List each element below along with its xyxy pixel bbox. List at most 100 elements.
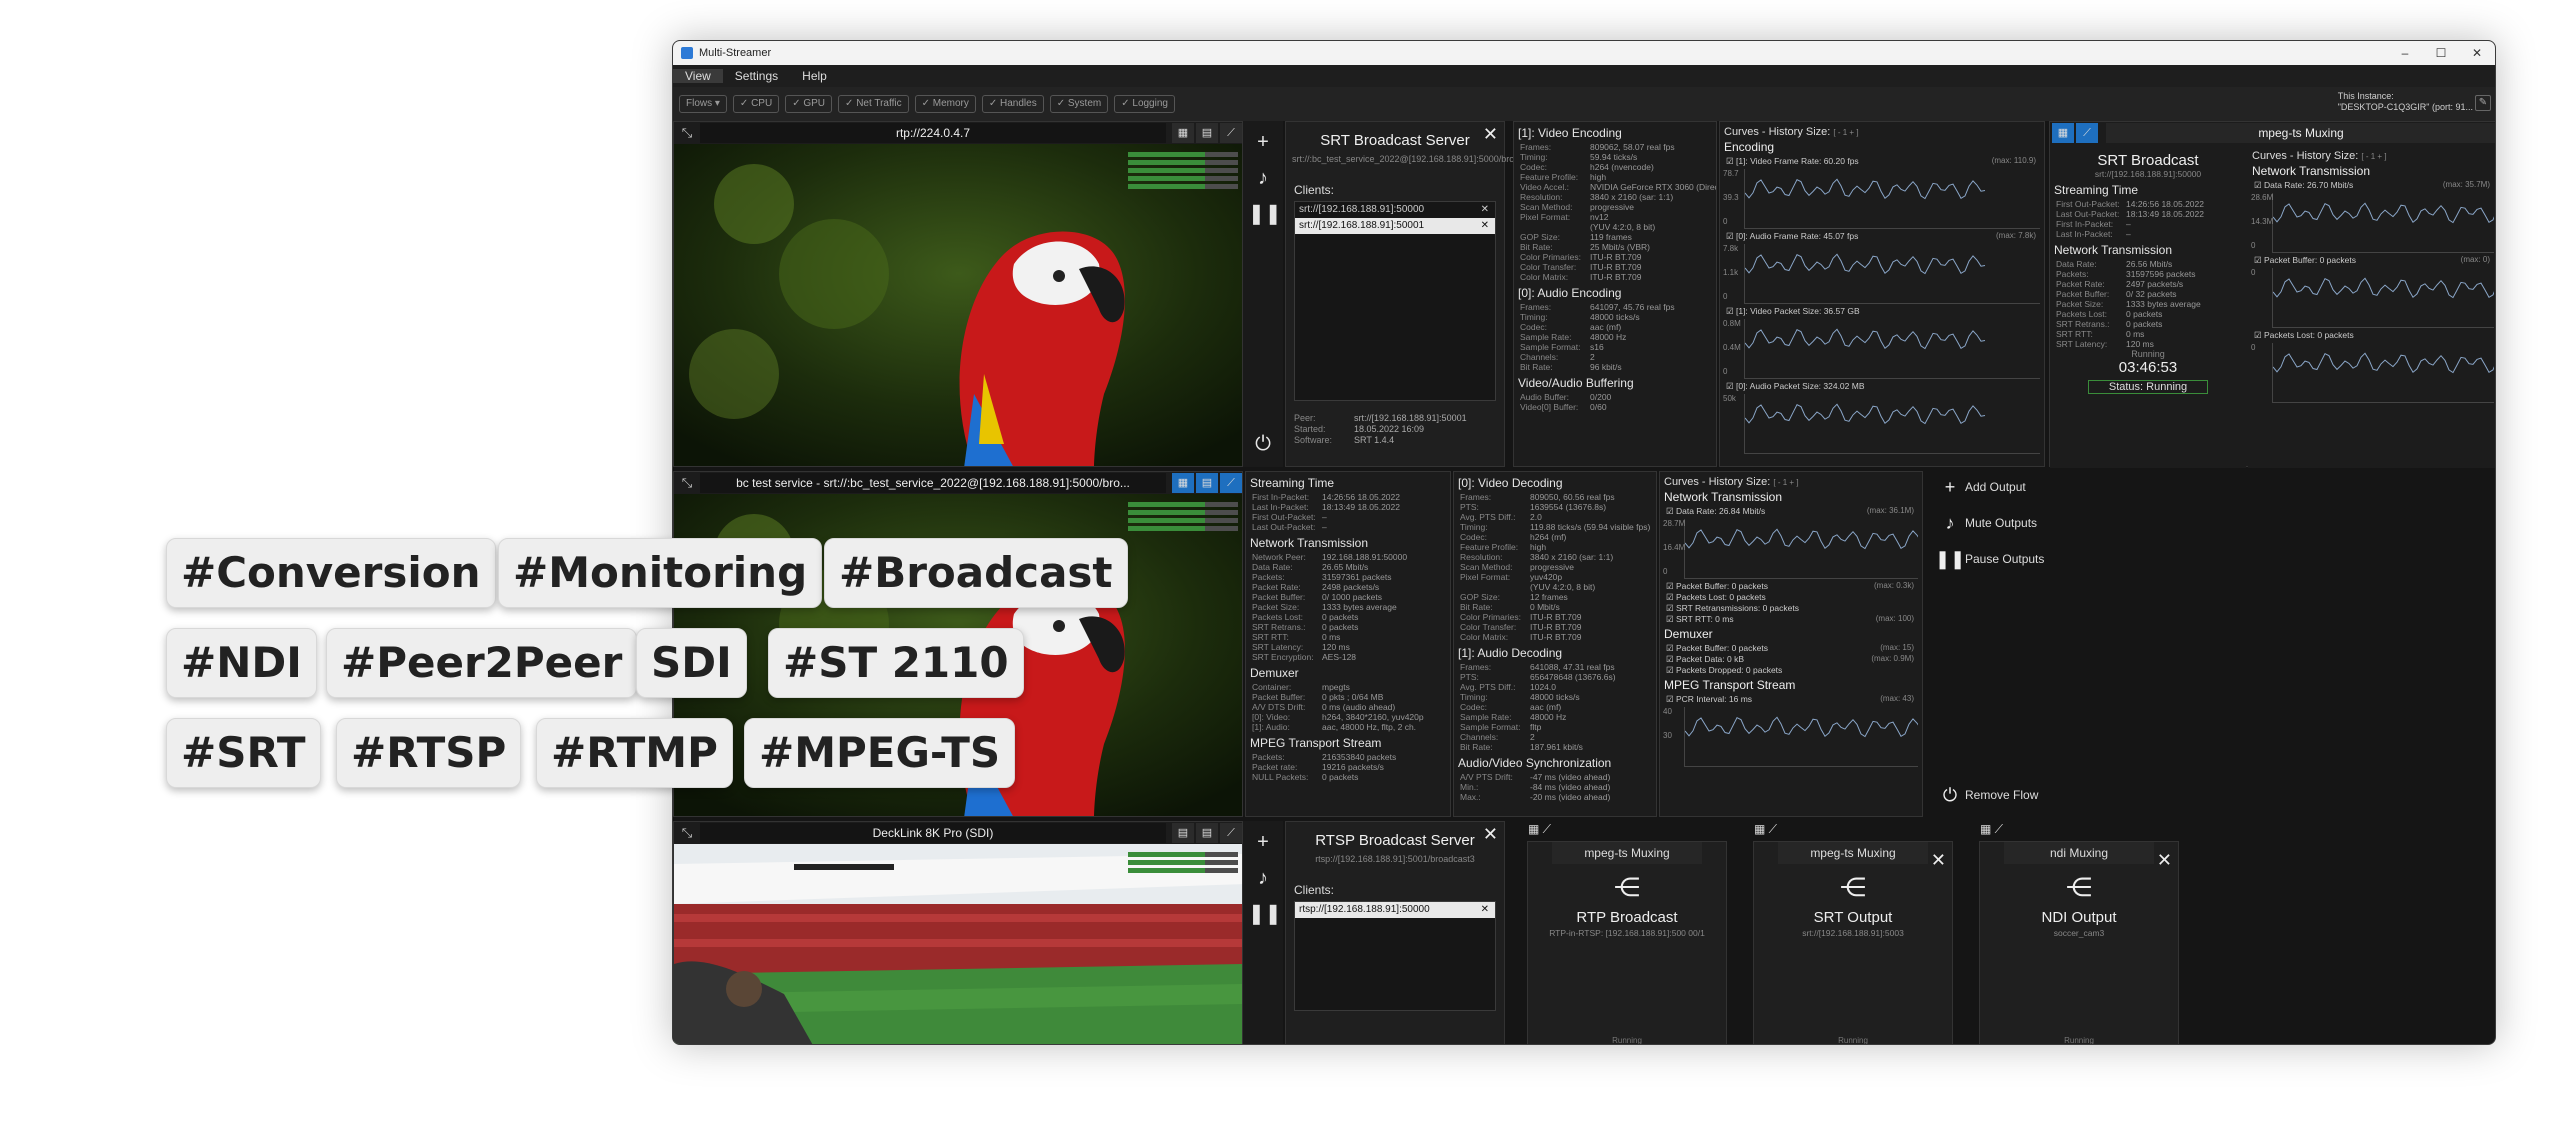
- video-info-icon[interactable]: ▦: [1172, 123, 1194, 143]
- mute-outputs-button[interactable]: ♪ Mute Outputs: [1935, 509, 2045, 537]
- net-traffic-toggle[interactable]: ✓ Net Traffic: [838, 95, 909, 113]
- curve-label[interactable]: ☑ Data Rate: 26.70 Mbit/s (max: 35.7M): [2254, 180, 2495, 191]
- history-size-stepper[interactable]: [ - 1 + ]: [1833, 128, 1858, 137]
- curve-label[interactable]: ☑ [0]: Audio Frame Rate: 45.07 fps (max: …: [1726, 231, 2044, 242]
- remove-client-icon[interactable]: ✕: [1481, 218, 1489, 234]
- chart-icon[interactable]: ⟋: [1220, 823, 1242, 843]
- power-icon: ⏻: [1942, 785, 1958, 805]
- client-row[interactable]: rtsp://[192.168.188.91]:50000 ✕: [1295, 902, 1495, 918]
- expand-icon[interactable]: ⤡: [674, 122, 700, 144]
- curve-label[interactable]: ☑ [1]: Video Frame Rate: 60.20 fps (max: …: [1726, 156, 2044, 167]
- cpu-toggle[interactable]: ✓ CPU: [732, 95, 780, 113]
- maximize-icon[interactable]: ☐: [2423, 41, 2459, 65]
- output-icons[interactable]: ▦ ⟋: [1754, 822, 1777, 837]
- curve-label[interactable]: ☑ Packets Lost: 0 packets: [2254, 330, 2495, 341]
- chart-icon[interactable]: ⟋: [2076, 123, 2098, 143]
- chart-icon[interactable]: ⟋: [1220, 123, 1242, 143]
- started-value: 18.05.2022 16:09: [1354, 424, 1425, 434]
- curve-label[interactable]: ☑ [0]: Audio Packet Size: 324.02 MB: [1726, 381, 2044, 392]
- stat-key: Packet Rate:: [1252, 582, 1301, 592]
- minimize-icon[interactable]: –: [2387, 41, 2423, 65]
- client-row[interactable]: srt://[192.168.188.91]:50000 ✕: [1295, 202, 1495, 218]
- stat-row: Codec: h264 (mf): [1454, 532, 1656, 542]
- status-badge: Status: Running: [2088, 380, 2208, 394]
- curve-label[interactable]: ☑ SRT Retransmissions: 0 packets: [1666, 603, 1922, 614]
- mute-icon: ♪: [1945, 513, 1955, 533]
- memory-toggle[interactable]: ✓ Memory: [914, 95, 976, 113]
- stat-row: First Out-Packet: –: [1246, 512, 1450, 522]
- client-row[interactable]: srt://[192.168.188.91]:50001 ✕: [1295, 218, 1495, 234]
- gpu-toggle[interactable]: ✓ GPU: [785, 95, 833, 113]
- curve-label[interactable]: ☑ Data Rate: 26.84 Mbit/s (max: 36.1M): [1666, 506, 1922, 517]
- close-icon[interactable]: ✕: [1931, 850, 1946, 871]
- info-icon[interactable]: ▦: [2052, 123, 2074, 143]
- stat-value: 0/ 32 packets: [2126, 289, 2177, 299]
- curve-label[interactable]: ☑ Packets Lost: 0 packets: [1666, 592, 1922, 603]
- remove-client-icon[interactable]: ✕: [1481, 902, 1489, 918]
- curve-label[interactable]: ☑ Packet Data: 0 kB (max: 0.9M): [1666, 654, 1922, 665]
- curve-label[interactable]: ☑ Packet Buffer: 0 packets (max: 0.3k): [1666, 581, 1922, 592]
- stat-value: 48000 Hz: [1530, 712, 1567, 722]
- box-sub: srt://[192.168.188.91]:50000: [2094, 169, 2202, 179]
- curve-label[interactable]: ☑ PCR Interval: 16 ms (max: 43): [1666, 694, 1922, 705]
- encoding-curves: Curves - History Size: [ - 1 + ] Encodin…: [1719, 121, 2045, 467]
- stat-value: 809062, 58.07 real fps: [1590, 142, 1675, 152]
- expand-icon[interactable]: ⤡: [674, 472, 700, 494]
- flows-dropdown[interactable]: Flows ▾: [679, 95, 727, 113]
- curve-label[interactable]: ☑ SRT RTT: 0 ms (max: 100): [1666, 614, 1922, 625]
- system-toggle[interactable]: ✓ System: [1049, 95, 1109, 113]
- mute-icon[interactable]: ♪: [1248, 163, 1278, 193]
- curve-label[interactable]: ☑ Packets Dropped: 0 packets: [1666, 665, 1922, 676]
- power-icon[interactable]: ⏻: [1248, 429, 1278, 459]
- logging-toggle[interactable]: ✓ Logging: [1114, 95, 1175, 113]
- video-info-icon[interactable]: ▦: [1172, 473, 1194, 493]
- close-icon[interactable]: ✕: [1483, 824, 1498, 845]
- curve-plot: 50k: [1723, 394, 2040, 454]
- chart-icon[interactable]: ⟋: [1220, 473, 1242, 493]
- audio-info-icon[interactable]: ▤: [1196, 823, 1218, 843]
- curve-plot: 28.7M 16.4M 0: [1663, 519, 1922, 579]
- pause-outputs-button[interactable]: ❚❚ Pause Outputs: [1935, 545, 2045, 573]
- menu-settings[interactable]: Settings: [723, 69, 790, 83]
- output-sub: soccer_cam3: [2053, 928, 2105, 938]
- peer-value: srt://[192.168.188.91]:50001: [1354, 413, 1467, 423]
- video-info-icon[interactable]: ▤: [1172, 823, 1194, 843]
- mute-icon[interactable]: ♪: [1248, 863, 1278, 893]
- add-icon[interactable]: +: [1248, 827, 1278, 857]
- curve-label[interactable]: ☑ [1]: Video Packet Size: 36.57 GB: [1726, 306, 2044, 317]
- expand-icon[interactable]: ⤡: [674, 822, 700, 844]
- audio-info-icon[interactable]: ▤: [1196, 123, 1218, 143]
- remove-client-icon[interactable]: ✕: [1481, 202, 1489, 218]
- handles-toggle[interactable]: ✓ Handles: [981, 95, 1044, 113]
- history-size-stepper[interactable]: [ - 1 + ]: [1773, 478, 1798, 487]
- curve-label[interactable]: ☑ Packet Buffer: 0 packets (max: 15): [1666, 643, 1922, 654]
- tag-monitoring: #Monitoring: [498, 538, 823, 608]
- remove-flow-button[interactable]: ⏻ Remove Flow: [1935, 781, 2055, 809]
- close-icon[interactable]: ✕: [2157, 850, 2172, 871]
- output-icons[interactable]: ▦ ⟋: [1528, 822, 1551, 837]
- history-size-stepper[interactable]: [ - 1 + ]: [2361, 152, 2386, 161]
- stat-row: SRT Retrans.: 0 packets: [2050, 319, 2246, 329]
- title-bar: Multi-Streamer – ☐ ✕: [673, 41, 2495, 65]
- stat-key: Min.:: [1460, 782, 1479, 792]
- pause-icon[interactable]: ❚❚: [1248, 899, 1282, 929]
- curve-plot: 78.7 39.3 0: [1723, 169, 2040, 229]
- muxing-header: ▦ ⟋ mpeg-ts Muxing: [2050, 122, 2495, 144]
- flow2-title: bc test service - srt://:bc_test_service…: [700, 473, 1166, 493]
- edit-icon[interactable]: ✎: [2475, 95, 2491, 111]
- add-output-button[interactable]: + Add Output: [1935, 473, 2045, 501]
- pause-icon[interactable]: ❚❚: [1248, 199, 1282, 229]
- menu-view[interactable]: View: [673, 69, 723, 83]
- stat-row: Sample Rate: 48000 Hz: [1514, 332, 1716, 342]
- stat-value: 120 ms: [1322, 642, 1350, 652]
- y-tick-label: 0.4M: [1723, 343, 1741, 352]
- curve-label[interactable]: ☑ Packet Buffer: 0 packets (max: 0): [2254, 255, 2495, 266]
- add-icon[interactable]: +: [1248, 127, 1278, 157]
- menu-help[interactable]: Help: [790, 69, 839, 83]
- audio-info-icon[interactable]: ▤: [1196, 473, 1218, 493]
- output-icons[interactable]: ▦ ⟋: [1980, 822, 2003, 837]
- close-icon[interactable]: ✕: [1483, 124, 1498, 145]
- stat-key: Color Primaries:: [1520, 252, 1581, 262]
- close-window-icon[interactable]: ✕: [2459, 41, 2495, 65]
- pause-icon: ❚❚: [1935, 549, 1966, 569]
